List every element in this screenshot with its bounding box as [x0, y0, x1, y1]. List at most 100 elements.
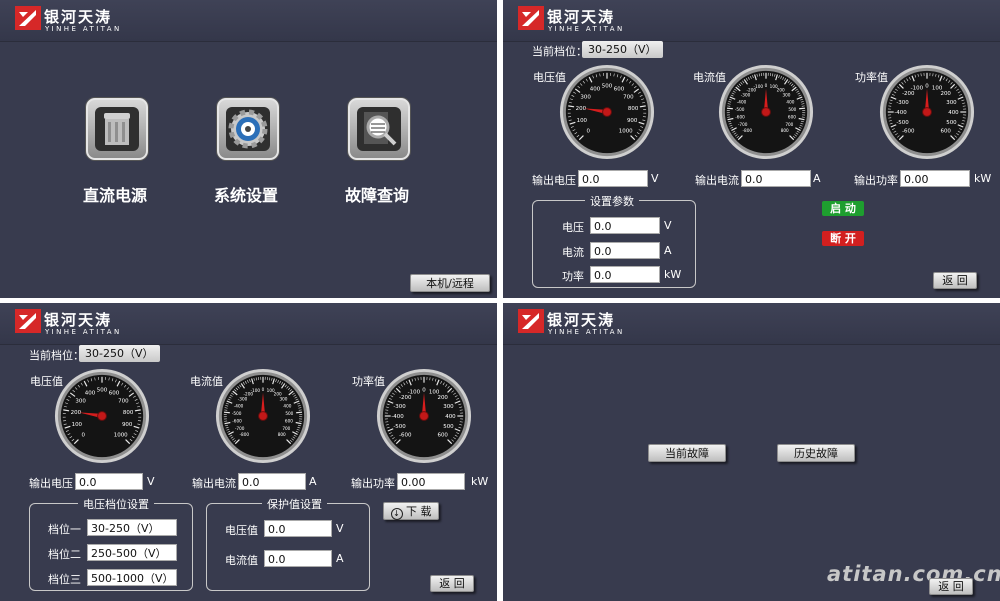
gauge-tick-label: 300	[75, 398, 86, 404]
gauge-tick-label: 500	[443, 424, 454, 430]
history-fault-button[interactable]: 历史故障	[777, 444, 855, 462]
gauge-tick-label: 900	[627, 118, 638, 124]
current-range-label: 当前档位：	[29, 349, 84, 362]
brand-logo: 银河天涛 YINHE ATITAN	[517, 4, 667, 36]
brand-mark-icon	[15, 6, 41, 30]
range-1-label: 档位一	[48, 523, 81, 536]
current-fault-button[interactable]: 当前故障	[648, 444, 726, 462]
stop-button[interactable]: 断 开	[822, 231, 864, 246]
range-3-label: 档位三	[48, 573, 81, 586]
set-power-unit: kW	[664, 268, 682, 281]
back-button[interactable]: 返 回	[929, 578, 973, 595]
brand-mark-icon	[518, 6, 544, 30]
gauge-tick-label: -500	[735, 107, 745, 112]
range-2-label: 档位二	[48, 548, 81, 561]
range-1-input[interactable]: 30-250（V）	[87, 519, 177, 536]
output-current-field: 0.0	[238, 473, 306, 490]
gauge-tick-label: 1000	[114, 433, 128, 439]
current-range-label: 当前档位：	[532, 45, 587, 58]
monitor-panel: 银河天涛 YINHE ATITAN 当前档位： 30-250（V） 电压值 电流…	[503, 0, 1000, 298]
brand-mark-icon	[518, 309, 544, 333]
protect-voltage-unit: V	[336, 522, 344, 535]
menu-label-dc-power[interactable]: 直流电源	[83, 182, 147, 206]
set-current-input[interactable]: 0.0	[590, 242, 660, 259]
gauge-tick-label: 900	[122, 422, 133, 428]
gauge-hub	[922, 107, 932, 117]
fault-panel: 银河天涛 YINHE ATITAN 当前故障 历史故障 atitan.com.c…	[503, 303, 1000, 601]
back-button[interactable]: 返 回	[933, 272, 977, 289]
gauge-tick-label: -300	[896, 100, 909, 106]
current-range-value: 30-250（V）	[582, 41, 663, 58]
download-icon: ↓	[390, 508, 403, 520]
gauge-tick-label: -400	[737, 99, 747, 104]
protect-voltage-input[interactable]: 0.0	[264, 520, 332, 537]
gauge-tick-label: 400	[445, 414, 456, 420]
gauge-tick-label: -600	[902, 129, 915, 135]
gauge-tick-label: 600	[788, 115, 796, 120]
protect-voltage-label: 电压值	[225, 524, 258, 537]
gauge-tick-label: -300	[238, 397, 248, 402]
gauge-tick-label: 600	[109, 390, 120, 396]
brand-logo: 银河天涛 YINHE ATITAN	[14, 307, 164, 339]
gauge-tick-label: 600	[940, 129, 951, 135]
gauge-tick-label: 0	[262, 387, 265, 392]
gauge-tick-label: -500	[393, 424, 406, 430]
output-voltage-field: 0.0	[578, 170, 648, 187]
protect-current-input[interactable]: 0.0	[264, 550, 332, 567]
gauge-tick-label: 100	[72, 422, 83, 428]
gauge-tick-label: 0	[925, 83, 929, 89]
gauge-tick-label: 300	[946, 100, 957, 106]
gauge-tick-label: -800	[743, 128, 753, 133]
gauge-tick-label: 0	[422, 387, 426, 393]
range-2-input[interactable]: 250-500（V）	[87, 544, 177, 561]
brand-name-cn: 银河天涛	[547, 311, 616, 329]
gauge-tick-label: -400	[391, 414, 404, 420]
gauge-tick-label: -200	[399, 395, 412, 401]
gauge-tick-label: -500	[232, 411, 242, 416]
watermark: atitan.com.cn	[827, 562, 1000, 586]
back-button[interactable]: 返 回	[430, 575, 474, 592]
gauge-tick-label: -500	[896, 120, 909, 126]
set-voltage-input[interactable]: 0.0	[590, 217, 660, 234]
range-3-input[interactable]: 500-1000（V）	[87, 569, 177, 586]
set-current-unit: A	[664, 244, 672, 257]
main-menu-panel: 银河天涛 YINHE ATITAN 直流电源 系统设置 故障查询 本机/远程	[0, 0, 497, 298]
gauge-tick-label: 700	[118, 398, 129, 404]
gauge-tick-label: 200	[576, 106, 587, 112]
protect-group-title: 保护值设置	[262, 496, 327, 512]
gauge-tick-label: 400	[786, 99, 794, 104]
download-label: 下 载	[406, 505, 432, 518]
power-supply-icon[interactable]	[86, 98, 148, 160]
gauge-tick-label: 400	[85, 390, 96, 396]
brand-name-en: YINHE ATITAN	[45, 25, 122, 33]
set-power-input[interactable]: 0.0	[590, 266, 660, 283]
gauge-tick-label: -600	[735, 115, 745, 120]
protect-current-label: 电流值	[225, 554, 258, 567]
output-power-label: 输出功率	[351, 477, 395, 490]
gauge-tick-label: -300	[741, 93, 751, 98]
gauge-major-tick	[799, 107, 806, 110]
current-gauge: -800-700-600-500-400-300-200-100 0 1002003…	[718, 64, 814, 160]
gauge-tick-label: 400	[590, 86, 601, 92]
gauge-tick-label: -400	[234, 403, 244, 408]
output-power-unit: kW	[974, 172, 992, 185]
gauge-tick-label: 600	[614, 86, 625, 92]
gauge-tick-label: 400	[948, 110, 959, 116]
menu-label-fault-query[interactable]: 故障查询	[345, 182, 409, 206]
brand-name-en: YINHE ATITAN	[548, 25, 625, 33]
start-button[interactable]: 启 动	[822, 201, 864, 216]
gauge-tick-label: -700	[235, 426, 245, 431]
set-current-label: 电流	[562, 246, 584, 259]
output-power-unit: kW	[471, 475, 489, 488]
current-range-value: 30-250（V）	[79, 345, 160, 362]
brand-mark-icon	[15, 309, 41, 333]
settings-group-title: 设置参数	[585, 193, 639, 209]
menu-label-system-settings[interactable]: 系统设置	[214, 182, 278, 206]
gauge-tick-label: 500	[788, 107, 796, 112]
gear-icon[interactable]	[217, 98, 279, 160]
protect-group: 保护值设置	[206, 496, 370, 591]
fault-search-icon[interactable]	[348, 98, 410, 160]
local-remote-button[interactable]: 本机/远程	[410, 274, 490, 292]
download-button[interactable]: ↓ 下 载	[383, 502, 439, 520]
output-power-label: 输出功率	[854, 174, 898, 187]
